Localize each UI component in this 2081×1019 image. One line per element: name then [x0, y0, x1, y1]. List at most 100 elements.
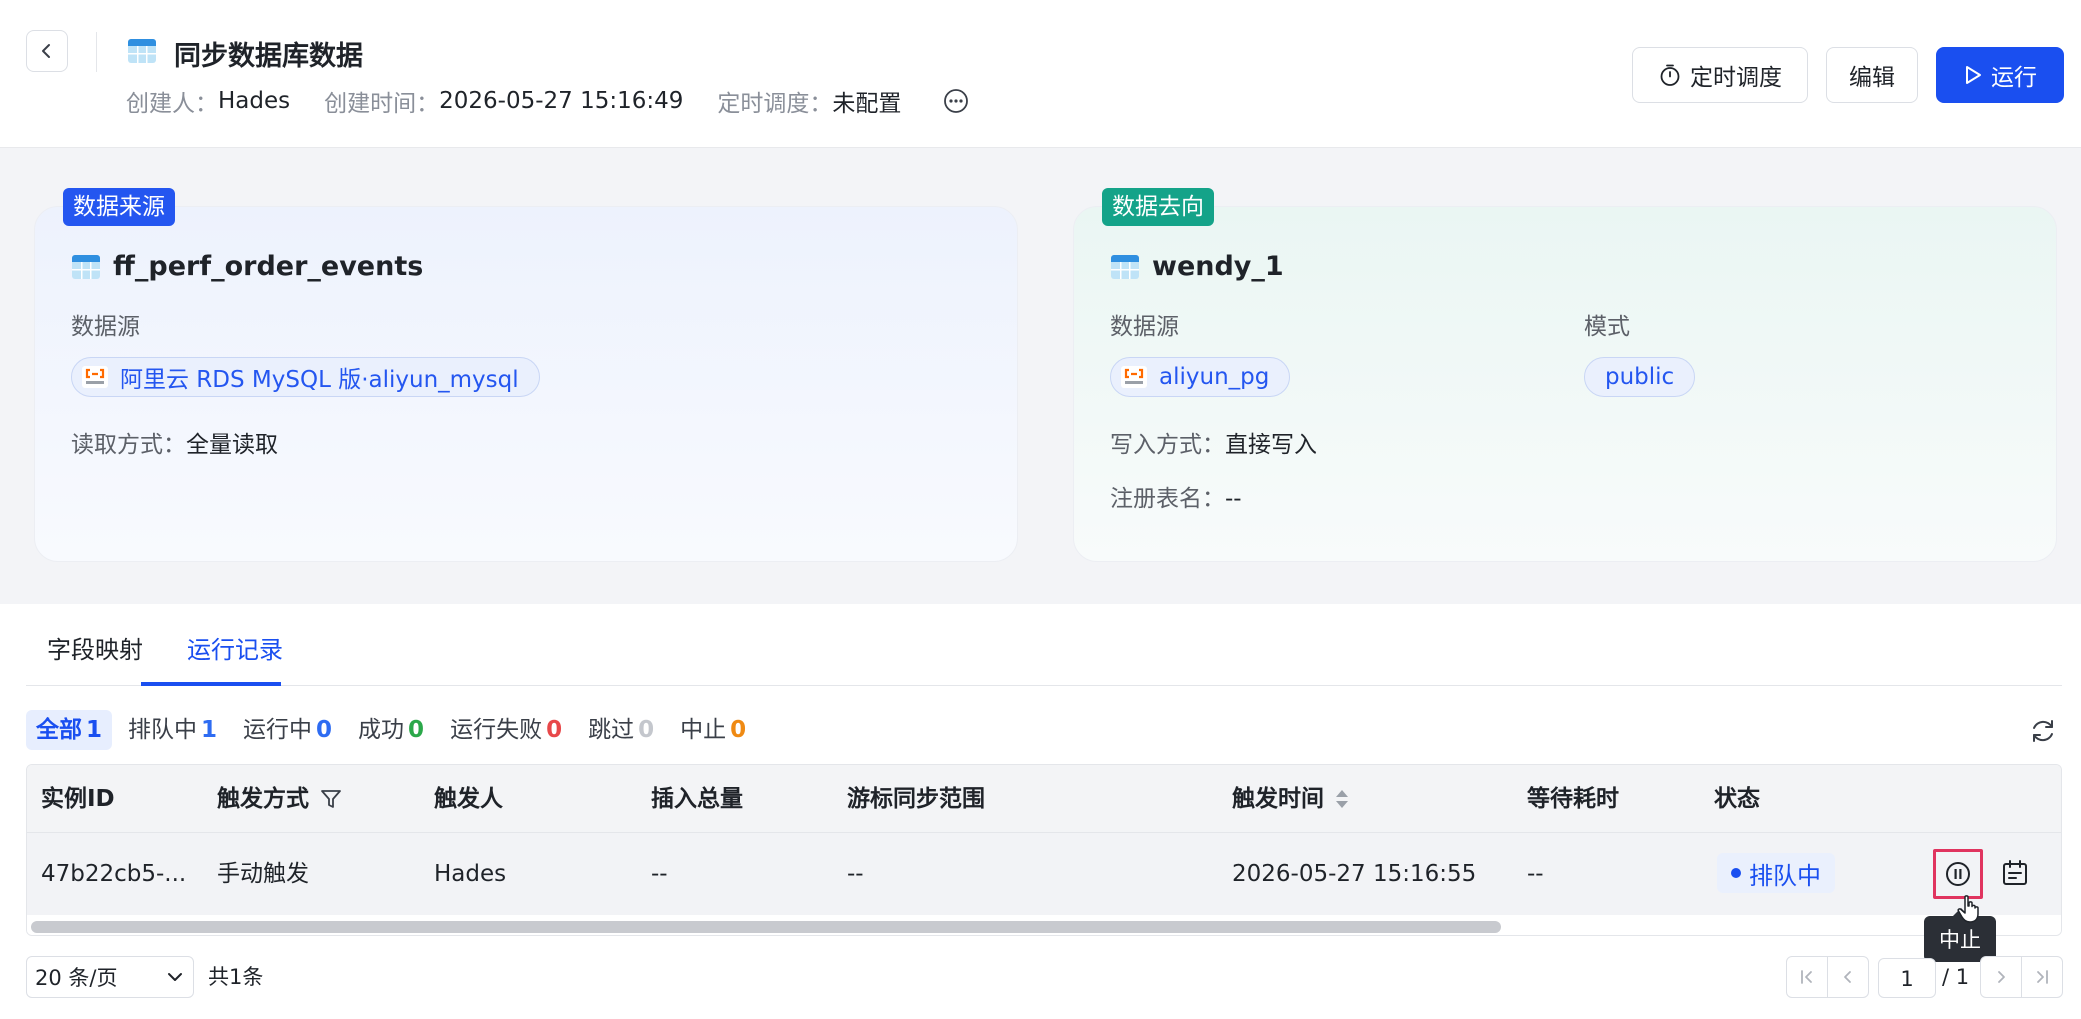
total-count: 共1条 [208, 965, 264, 989]
sort-icon[interactable] [1334, 787, 1350, 811]
page-size-select[interactable]: 20 条/页 [26, 956, 194, 998]
cell-trigger-time: 2026-05-27 15:16:55 [1232, 861, 1477, 887]
filter-failed[interactable]: 运行失败 0 [440, 710, 572, 750]
filter-label: 排队中 [128, 717, 198, 743]
chevron-left-icon [42, 44, 50, 58]
col-label: 游标同步范围 [847, 786, 985, 812]
filter-running[interactable]: 运行中 0 [233, 710, 342, 750]
play-icon [1966, 66, 1981, 84]
filter-label: 运行中 [243, 717, 313, 743]
calendar-detail-icon[interactable] [2001, 859, 2029, 887]
meta-row: 创建人： Hades 创建时间： 2026-05-27 15:16:49 定时调… [126, 84, 969, 118]
status-badge: 排队中 [1717, 853, 1835, 893]
target-tag: 数据去向 [1102, 188, 1214, 226]
tab-run-records[interactable]: 运行记录 [187, 630, 283, 665]
filter-label: 全部 [36, 717, 82, 743]
col-label: 等待耗时 [1527, 786, 1619, 812]
target-table-name: wendy_1 [1110, 251, 1284, 282]
schedule-button[interactable]: 定时调度 [1632, 47, 1808, 103]
write-mode-value: 直接写入 [1225, 432, 1317, 458]
col-label: 实例ID [41, 786, 115, 812]
stop-button[interactable] [1933, 849, 1983, 899]
source-datasource-label: 数据源 [71, 314, 140, 340]
target-datasource-label: 数据源 [1110, 314, 1179, 340]
target-card: 数据去向 wendy_1 数据源 aliyun_pg 模式 public 写入方… [1073, 188, 2057, 562]
col-trigger-mode: 触发方式 [217, 765, 343, 833]
col-label: 触发人 [434, 786, 503, 812]
filter-count: 0 [638, 717, 655, 743]
filter-icon[interactable] [319, 787, 343, 811]
more-icon[interactable] [943, 88, 969, 114]
postgresql-logo-icon [1121, 366, 1147, 388]
schema-text: public [1605, 364, 1675, 390]
page-number-input[interactable]: 1 [1878, 958, 1936, 998]
target-table-name-text: wendy_1 [1152, 251, 1284, 282]
source-datasource-text: 阿里云 RDS MySQL 版·aliyun_mysql [120, 367, 519, 393]
source-table-name-text: ff_perf_order_events [113, 251, 424, 282]
filter-label: 运行失败 [450, 717, 543, 743]
active-tab-indicator [141, 682, 281, 686]
col-insert-total: 插入总量 [651, 765, 743, 833]
status-filters: 全部 1 排队中 1 运行中 0 成功 0 运行失败 0 跳过 0 中止 0 [26, 710, 756, 750]
col-status: 状态 [1714, 765, 1760, 833]
page-header: 同步数据库数据 创建人： Hades 创建时间： 2026-05-27 15:1… [0, 0, 2081, 148]
filter-label: 成功 [358, 717, 405, 743]
filter-all[interactable]: 全部 1 [26, 710, 113, 750]
source-table-name: ff_perf_order_events [71, 251, 423, 282]
refresh-icon[interactable] [2028, 716, 2058, 746]
last-page-icon [2037, 970, 2048, 984]
header-divider [96, 32, 97, 72]
page-title: 同步数据库数据 [174, 41, 363, 72]
next-page-button[interactable] [1980, 956, 2022, 998]
filter-label: 中止 [680, 717, 727, 743]
cell-wait-time: -- [1527, 861, 1544, 887]
created-time-label: 创建时间： [324, 91, 440, 117]
read-mode-label: 读取方式： [71, 432, 186, 458]
scrollbar-thumb[interactable] [31, 921, 1501, 933]
first-page-icon [1801, 970, 1812, 984]
table-icon [128, 39, 156, 63]
run-button-label: 运行 [1991, 65, 2037, 91]
filter-count: 0 [408, 717, 425, 743]
source-datasource-pill[interactable]: 阿里云 RDS MySQL 版·aliyun_mysql [71, 357, 540, 397]
edit-button-label: 编辑 [1849, 65, 1895, 91]
edit-button[interactable]: 编辑 [1826, 47, 1918, 103]
mysql-logo-icon [82, 366, 108, 388]
back-button[interactable] [26, 30, 68, 72]
horizontal-scrollbar[interactable] [27, 915, 2061, 935]
cell-instance-id[interactable]: 47b22cb5-... [41, 833, 186, 915]
status-text: 排队中 [1749, 861, 1821, 890]
tab-field-mapping[interactable]: 字段映射 [47, 630, 143, 665]
filter-queued[interactable]: 排队中 1 [118, 710, 227, 750]
filter-skipped[interactable]: 跳过 0 [578, 710, 664, 750]
col-instance-id: 实例ID [41, 765, 115, 833]
cell-trigger-mode: 手动触发 [217, 861, 309, 887]
read-mode: 读取方式：全量读取 [71, 425, 278, 459]
col-trigger-time[interactable]: 触发时间 [1232, 765, 1350, 833]
target-datasource-pill[interactable]: aliyun_pg [1110, 357, 1291, 397]
run-button[interactable]: 运行 [1936, 47, 2064, 103]
register-table: 注册表名：-- [1110, 479, 1242, 513]
write-mode: 写入方式：直接写入 [1110, 425, 1317, 459]
schema-pill[interactable]: public [1584, 357, 1696, 397]
filter-count: 1 [201, 717, 218, 743]
chevron-down-icon [168, 973, 182, 981]
last-page-button[interactable] [2021, 956, 2063, 998]
target-datasource-text: aliyun_pg [1159, 364, 1270, 390]
run-records-table: 实例ID 触发方式 触发人 插入总量 游标同步范围 触发时间 等待耗时 状态 4… [26, 764, 2062, 936]
table-row[interactable]: 47b22cb5-... 手动触发 Hades -- -- 2026-05-27… [27, 833, 2061, 915]
filter-aborted[interactable]: 中止 0 [670, 710, 756, 750]
table-header: 实例ID 触发方式 触发人 插入总量 游标同步范围 触发时间 等待耗时 状态 [27, 765, 2061, 833]
page-size-value: 20 条/页 [35, 966, 118, 990]
col-cursor-range: 游标同步范围 [847, 765, 985, 833]
table-icon [1111, 254, 1139, 279]
prev-page-button[interactable] [1827, 956, 1869, 998]
tab-bar: 字段映射 运行记录 [26, 604, 2062, 686]
col-trigger-user: 触发人 [434, 765, 503, 833]
filter-success[interactable]: 成功 0 [348, 710, 434, 750]
first-page-button[interactable] [1786, 956, 1828, 998]
schedule-label: 定时调度： [717, 91, 833, 117]
creator-label: 创建人： [126, 91, 218, 117]
col-wait-time: 等待耗时 [1527, 765, 1619, 833]
total-pages: / 1 [1942, 965, 1970, 989]
